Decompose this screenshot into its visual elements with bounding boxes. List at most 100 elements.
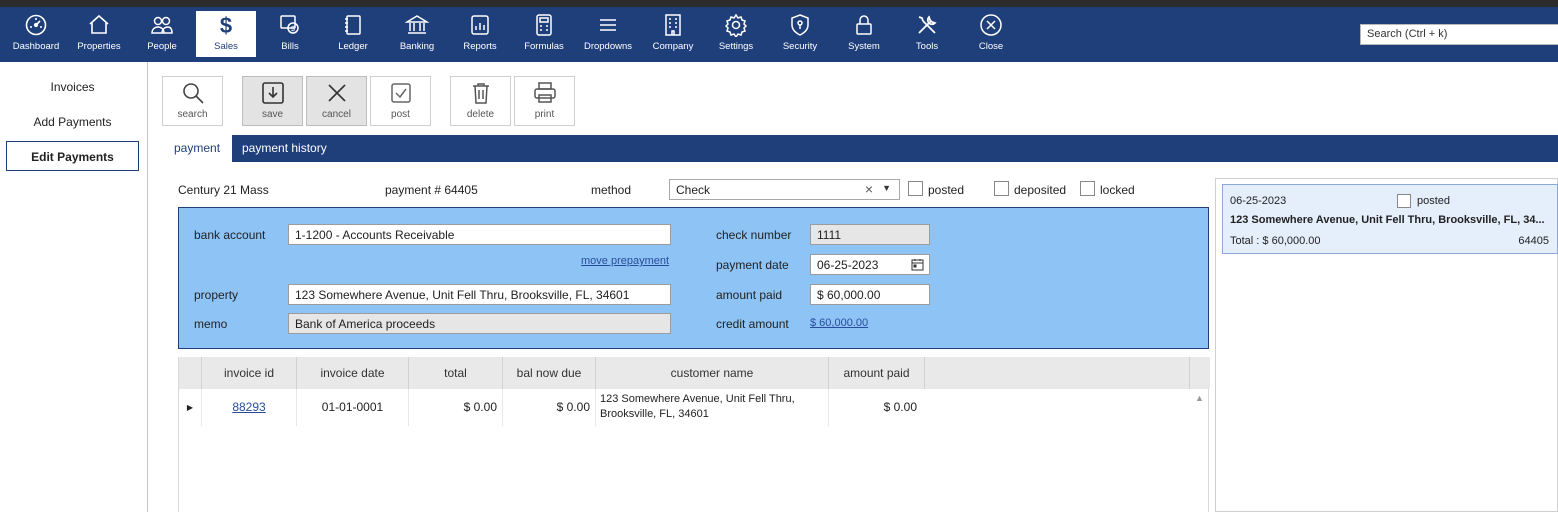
- print-button[interactable]: print: [514, 76, 575, 126]
- cancel-button[interactable]: cancel: [306, 76, 367, 126]
- nav-close[interactable]: Close: [961, 11, 1021, 57]
- report-icon: [471, 15, 489, 35]
- bill-icon: $: [280, 15, 299, 34]
- invoice-id-link[interactable]: 88293: [232, 400, 265, 414]
- button-label: print: [534, 109, 555, 120]
- payment-form-panel: bank account 1-1200 - Accounts Receivabl…: [178, 207, 1209, 349]
- card-total: Total : $ 60,000.00: [1230, 235, 1321, 247]
- tab-bar: payment payment history: [162, 135, 1558, 162]
- nav-label: System: [848, 41, 880, 52]
- column-header-invoice-id[interactable]: invoice id: [202, 357, 297, 389]
- calculator-icon: [536, 14, 552, 36]
- card-payment-id: 64405: [1518, 235, 1549, 247]
- tab-payment[interactable]: payment: [162, 135, 233, 162]
- sidebar-item-invoices[interactable]: Invoices: [6, 72, 139, 102]
- nav-reports[interactable]: Reports: [450, 11, 510, 57]
- nav-label: Bills: [281, 41, 299, 52]
- memo-field[interactable]: Bank of America proceeds: [288, 313, 671, 334]
- nav-label: Close: [978, 41, 1004, 52]
- nav-label: Ledger: [338, 41, 368, 52]
- row-selector-icon[interactable]: ▶: [179, 389, 202, 426]
- column-header-filler: [925, 357, 1190, 389]
- payment-date-field[interactable]: 06-25-2023: [810, 254, 930, 275]
- payment-number: payment # 64405: [385, 183, 478, 197]
- global-search-input[interactable]: Search (Ctrl + k): [1360, 24, 1558, 45]
- credit-amount-link[interactable]: $ 60,000.00: [810, 317, 868, 329]
- posted-checkbox[interactable]: [908, 181, 923, 196]
- house-icon: [89, 14, 109, 34]
- nav-label: Dropdowns: [583, 41, 633, 52]
- method-select[interactable]: Check × ▼: [669, 179, 900, 200]
- sidebar-item-add-payments[interactable]: Add Payments: [6, 107, 139, 137]
- bank-account-label: bank account: [194, 228, 266, 242]
- clear-icon[interactable]: ×: [865, 181, 873, 197]
- nav-label: Formulas: [524, 41, 564, 52]
- payment-card[interactable]: 06-25-2023 posted 123 Somewhere Avenue, …: [1222, 184, 1558, 254]
- nav-company[interactable]: Company: [643, 11, 703, 57]
- trash-icon: [472, 83, 489, 104]
- nav-formulas[interactable]: Formulas: [514, 11, 574, 57]
- deposited-checkbox[interactable]: [994, 181, 1009, 196]
- search-icon: [182, 83, 204, 104]
- cell-total: $ 0.00: [409, 389, 503, 426]
- svg-text:$: $: [220, 13, 232, 37]
- column-header-customer-name[interactable]: customer name: [596, 357, 829, 389]
- row-header-column: [179, 357, 202, 389]
- button-label: search: [177, 109, 208, 120]
- customer-name-line1: 123 Somewhere Avenue, Unit Fell Thru,: [600, 393, 795, 405]
- nav-label: Company: [652, 41, 694, 52]
- nav-label: Dashboard: [12, 41, 60, 52]
- card-posted-checkbox[interactable]: [1397, 194, 1411, 208]
- post-button[interactable]: post: [370, 76, 431, 126]
- tools-icon: [918, 15, 937, 34]
- menu-icon: [600, 19, 616, 31]
- scrollbar-header: [1190, 357, 1210, 389]
- column-header-total[interactable]: total: [409, 357, 503, 389]
- cell-customer-name: 123 Somewhere Avenue, Unit Fell Thru, Br…: [596, 389, 829, 426]
- sidebar: Invoices Add Payments Edit Payments: [0, 62, 148, 512]
- nav-banking[interactable]: Banking: [387, 11, 447, 57]
- memo-label: memo: [194, 317, 228, 331]
- scroll-up-icon[interactable]: ▲: [1195, 393, 1204, 403]
- nav-dropdowns[interactable]: Dropdowns: [578, 11, 638, 57]
- check-number-label: check number: [716, 228, 792, 242]
- building-icon: [665, 14, 681, 36]
- check-number-field[interactable]: 1111: [810, 224, 930, 245]
- delete-button[interactable]: delete: [450, 76, 511, 126]
- save-button[interactable]: save: [242, 76, 303, 126]
- calendar-icon[interactable]: [911, 258, 924, 271]
- chevron-down-icon[interactable]: ▼: [882, 183, 891, 193]
- cell-invoice-date: 01-01-0001: [297, 389, 409, 426]
- amount-paid-field[interactable]: $ 60,000.00: [810, 284, 930, 305]
- card-date: 06-25-2023: [1230, 195, 1287, 207]
- save-download-icon: [261, 82, 284, 104]
- sidebar-item-edit-payments[interactable]: Edit Payments: [6, 141, 139, 171]
- nav-ledger[interactable]: Ledger: [323, 11, 383, 57]
- column-header-invoice-date[interactable]: invoice date: [297, 357, 409, 389]
- search-button[interactable]: search: [162, 76, 223, 126]
- nav-sales[interactable]: $ Sales: [196, 11, 256, 57]
- company-name: Century 21 Mass: [178, 183, 269, 197]
- nav-security[interactable]: Security: [770, 11, 830, 57]
- top-nav-bar: Dashboard Properties People $ Sales $ Bi…: [0, 0, 1558, 62]
- locked-checkbox[interactable]: [1080, 181, 1095, 196]
- payment-date-label: payment date: [716, 258, 789, 272]
- nav-tools[interactable]: Tools: [897, 11, 957, 57]
- nav-settings[interactable]: Settings: [706, 11, 766, 57]
- column-header-bal-now-due[interactable]: bal now due: [503, 357, 596, 389]
- nav-label: Security: [782, 41, 818, 52]
- nav-properties[interactable]: Properties: [69, 11, 129, 57]
- nav-dashboard[interactable]: Dashboard: [6, 11, 66, 57]
- tab-payment-history[interactable]: payment history: [230, 135, 339, 162]
- move-prepayment-link[interactable]: move prepayment: [581, 255, 669, 267]
- column-header-amount-paid[interactable]: amount paid: [829, 357, 925, 389]
- property-label: property: [194, 288, 239, 302]
- customer-name-line2: Brooksville, FL, 34601: [600, 408, 709, 420]
- nav-people[interactable]: People: [132, 11, 192, 57]
- nav-bills[interactable]: $ Bills: [260, 11, 320, 57]
- button-label: save: [261, 109, 284, 120]
- property-field[interactable]: 123 Somewhere Avenue, Unit Fell Thru, Br…: [288, 284, 671, 305]
- nav-system[interactable]: System: [834, 11, 894, 57]
- bank-account-field[interactable]: 1-1200 - Accounts Receivable: [288, 224, 671, 245]
- close-circle-icon: [980, 14, 1002, 36]
